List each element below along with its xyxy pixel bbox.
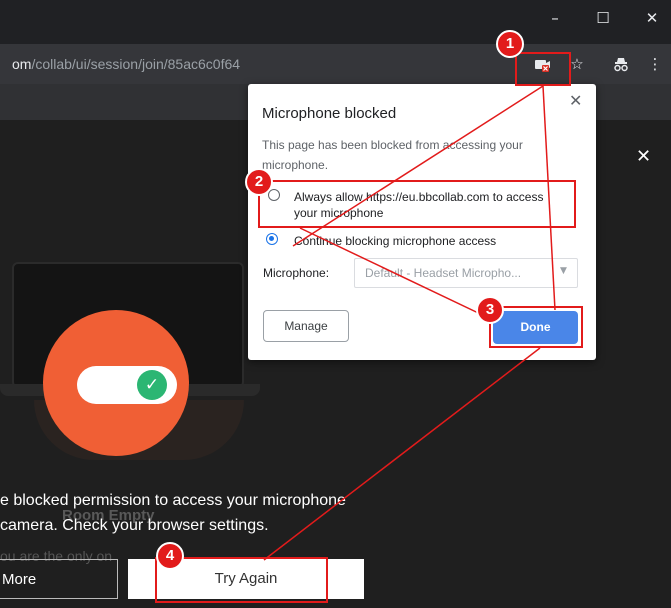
annotation-badge-3: 3: [476, 296, 504, 324]
annotation-badge-4: 4: [156, 542, 184, 570]
annotation-box-2: [258, 180, 576, 228]
annotation-box-1: [515, 52, 571, 86]
annotation-lines: [263, 85, 556, 561]
annotation-badge-1: 1: [496, 30, 524, 58]
annotation-badge-2: 2: [245, 168, 273, 196]
